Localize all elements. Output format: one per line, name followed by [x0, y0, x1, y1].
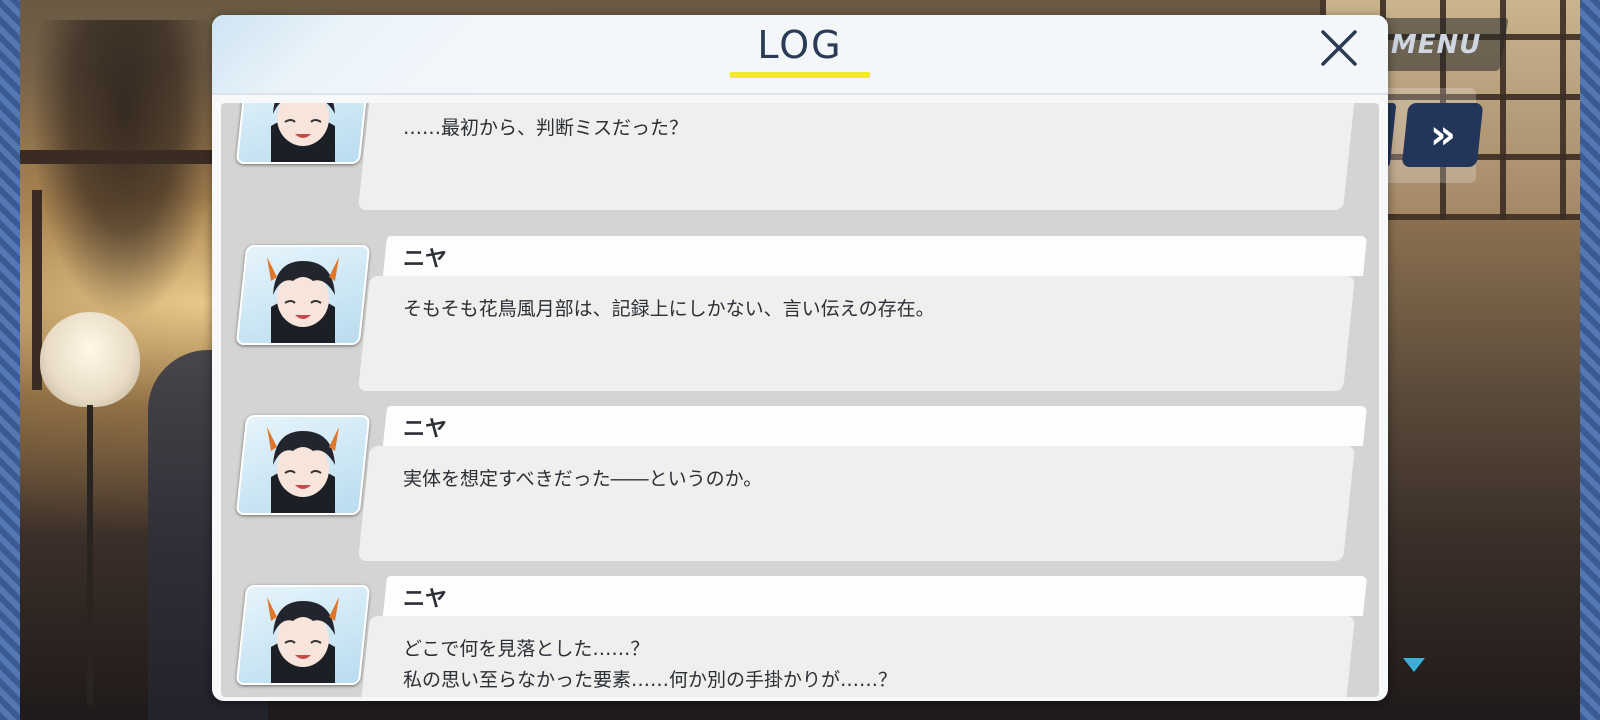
log-entry: ニヤ どこで何を見落とした……？ 私の思い至らなかった要素……何か別の手掛かりが…: [221, 576, 1379, 697]
right-border-decoration: [1580, 0, 1600, 720]
speaker-name: ニヤ: [403, 247, 448, 272]
log-entry: ……最初から、判断ミスだった？: [221, 103, 1379, 225]
speaker-name: ニヤ: [403, 417, 448, 442]
scroll-down-indicator-icon: [1403, 658, 1425, 672]
lamp-pole: [87, 405, 93, 705]
log-header: LOG: [212, 15, 1388, 95]
log-title: LOG: [757, 23, 843, 67]
character-avatar: [235, 103, 371, 164]
character-avatar: [235, 585, 371, 685]
character-avatar: [235, 245, 371, 345]
speaker-name-plate: [382, 406, 1368, 446]
character-avatar: [235, 415, 371, 515]
message-text: ……最初から、判断ミスだった？: [403, 117, 689, 139]
message-text: 実体を想定すべきだった――というのか。: [403, 468, 763, 490]
close-button[interactable]: [1319, 28, 1359, 68]
fast-forward-icon: »: [1429, 112, 1456, 158]
log-panel: LOG ……最初から、判断ミスだった？ ニヤ そもそも花鳥風月部は、記録上にしか…: [212, 15, 1388, 701]
message-text: そもそも花鳥風月部は、記録上にしかない、言い伝えの存在。: [403, 298, 935, 320]
title-underline: [730, 72, 870, 78]
log-entry: ニヤ 実体を想定すべきだった――というのか。: [221, 406, 1379, 576]
left-border-decoration: [0, 0, 20, 720]
menu-button-label: MENU: [1391, 29, 1482, 60]
speaker-name: ニヤ: [403, 587, 448, 612]
speaker-name-plate: [382, 576, 1368, 616]
log-entry: ニヤ そもそも花鳥風月部は、記録上にしかない、言い伝えの存在。: [221, 236, 1379, 406]
message-text: どこで何を見落とした……？ 私の思い至らなかった要素……何か別の手掛かりが……？: [403, 638, 898, 691]
lamp-shade: [40, 312, 140, 407]
log-list[interactable]: ……最初から、判断ミスだった？ ニヤ そもそも花鳥風月部は、記録上にしかない、言…: [221, 103, 1379, 697]
close-icon: [1321, 30, 1357, 66]
speaker-name-plate: [382, 236, 1368, 276]
skip-button[interactable]: »: [1401, 103, 1484, 167]
tree-silhouette: [30, 20, 220, 320]
